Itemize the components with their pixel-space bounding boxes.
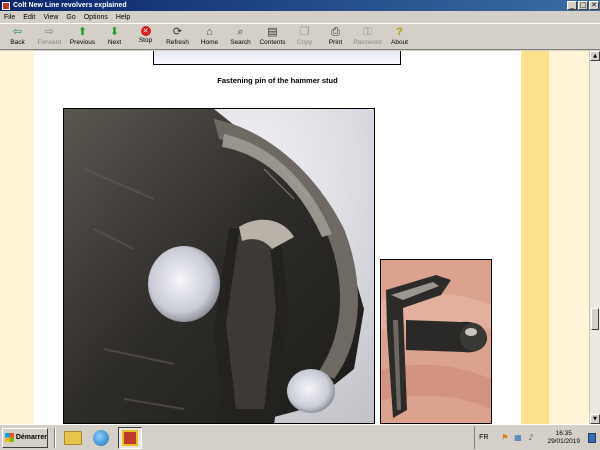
copy-button[interactable]: ❐ Copy: [289, 24, 320, 49]
photo-caption: Fastening pin of the hammer stud: [217, 76, 338, 85]
down-arrow-icon: ⬇: [109, 25, 120, 38]
clock[interactable]: 16:35 29/01/2019: [547, 430, 580, 446]
pin-illustration: [381, 260, 491, 423]
app-icon: [2, 1, 10, 10]
decorative-band: [521, 51, 549, 424]
printer-icon: ⎙: [331, 25, 340, 38]
menu-help[interactable]: Help: [116, 14, 130, 21]
flag-notification-icon[interactable]: ⚑: [500, 433, 509, 442]
menu-file[interactable]: File: [4, 14, 15, 21]
password-label: Password: [353, 39, 382, 46]
password-button[interactable]: ⚿ Password: [351, 24, 384, 49]
question-icon: ?: [396, 25, 403, 38]
taskbar-separator: [54, 427, 56, 448]
home-button[interactable]: ⌂ Home: [194, 24, 225, 49]
document-view[interactable]: Fastening pin of the hammer stud: [0, 51, 589, 424]
copy-label: Copy: [296, 39, 313, 46]
hammer-stud-photo: [63, 108, 375, 424]
search-label: Search: [230, 39, 251, 46]
toolbar: ⇦ Back ⇨ Forward ⬆ Previous ⬇ Next ✕ Sto…: [0, 23, 600, 50]
up-arrow-icon: ⬆: [77, 25, 88, 38]
pin-in-fingers-photo: [380, 259, 492, 424]
scroll-down-icon[interactable]: ▼: [590, 414, 600, 424]
forward-label: Forward: [37, 39, 62, 46]
clock-time: 16:35: [555, 429, 572, 437]
next-label: Next: [107, 39, 122, 46]
menu-view[interactable]: View: [43, 14, 58, 21]
maximize-button[interactable]: □: [578, 1, 588, 10]
contents-icon: ▤: [267, 25, 278, 38]
about-label: About: [391, 39, 408, 46]
next-button[interactable]: ⬇ Next: [99, 24, 130, 49]
menu-go[interactable]: Go: [66, 14, 75, 21]
refresh-label: Refresh: [166, 39, 189, 46]
windows-logo-icon: [5, 433, 14, 442]
contents-label: Contents: [259, 39, 286, 46]
previous-button[interactable]: ⬆ Previous: [66, 24, 99, 49]
previous-photo-bottom: [153, 51, 401, 65]
taskbar: Démarrer FR ⚑ ▦ ♪ 16:35 29/01/2019: [0, 424, 600, 450]
minimize-button[interactable]: _: [567, 1, 577, 10]
home-icon: ⌂: [206, 25, 213, 38]
print-button[interactable]: ⎙ Print: [320, 24, 351, 49]
back-label: Back: [10, 39, 25, 46]
vertical-scrollbar[interactable]: ▲ ▼: [589, 51, 600, 424]
forward-button[interactable]: ⇨ Forward: [33, 24, 66, 49]
system-tray: FR ⚑ ▦ ♪ 16:35 29/01/2019: [474, 426, 600, 449]
window-controls: _ □ ✕: [567, 1, 599, 10]
print-label: Print: [328, 39, 343, 46]
menu-options[interactable]: Options: [84, 14, 108, 21]
hammer-stud-illustration: [64, 109, 364, 423]
browser-launcher[interactable]: [90, 428, 112, 448]
clock-date: 29/01/2019: [547, 437, 580, 445]
start-button[interactable]: Démarrer: [2, 427, 48, 448]
menu-bar: File Edit View Go Options Help: [0, 11, 600, 23]
scroll-up-icon[interactable]: ▲: [590, 51, 600, 61]
search-icon: ⌕: [237, 25, 244, 38]
help-app-task[interactable]: [118, 426, 142, 449]
language-indicator[interactable]: FR: [479, 434, 488, 441]
refresh-icon: ⟳: [172, 25, 183, 38]
key-icon: ⚿: [363, 25, 372, 38]
stop-button[interactable]: ✕ Stop: [130, 24, 161, 49]
window-titlebar[interactable]: Colt New Line revolvers explained _ □ ✕: [0, 0, 600, 11]
start-label: Démarrer: [15, 434, 47, 441]
folder-icon: [64, 430, 82, 445]
search-button[interactable]: ⌕ Search: [225, 24, 256, 49]
quick-launch: [62, 426, 142, 449]
back-arrow-icon: ⇦: [12, 25, 23, 38]
window-title: Colt New Line revolvers explained: [13, 2, 127, 9]
network-icon[interactable]: ▦: [513, 433, 522, 442]
scrollbar-thumb[interactable]: [591, 308, 599, 330]
help-app-icon: [122, 429, 138, 446]
previous-label: Previous: [69, 39, 96, 46]
stop-label: Stop: [138, 37, 153, 44]
volume-icon[interactable]: ♪: [526, 433, 535, 442]
about-button[interactable]: ? About: [384, 24, 415, 49]
forward-arrow-icon: ⇨: [44, 25, 55, 38]
copy-icon: ❐: [299, 25, 310, 38]
refresh-button[interactable]: ⟳ Refresh: [161, 24, 194, 49]
browser-icon: [93, 429, 109, 446]
contents-button[interactable]: ▤ Contents: [256, 24, 289, 49]
back-button[interactable]: ⇦ Back: [2, 24, 33, 49]
menu-edit[interactable]: Edit: [23, 14, 35, 21]
home-label: Home: [200, 39, 219, 46]
explorer-launcher[interactable]: [62, 428, 84, 448]
close-button[interactable]: ✕: [589, 1, 599, 10]
stop-icon: ✕: [140, 26, 151, 36]
show-desktop-icon[interactable]: [588, 432, 596, 443]
